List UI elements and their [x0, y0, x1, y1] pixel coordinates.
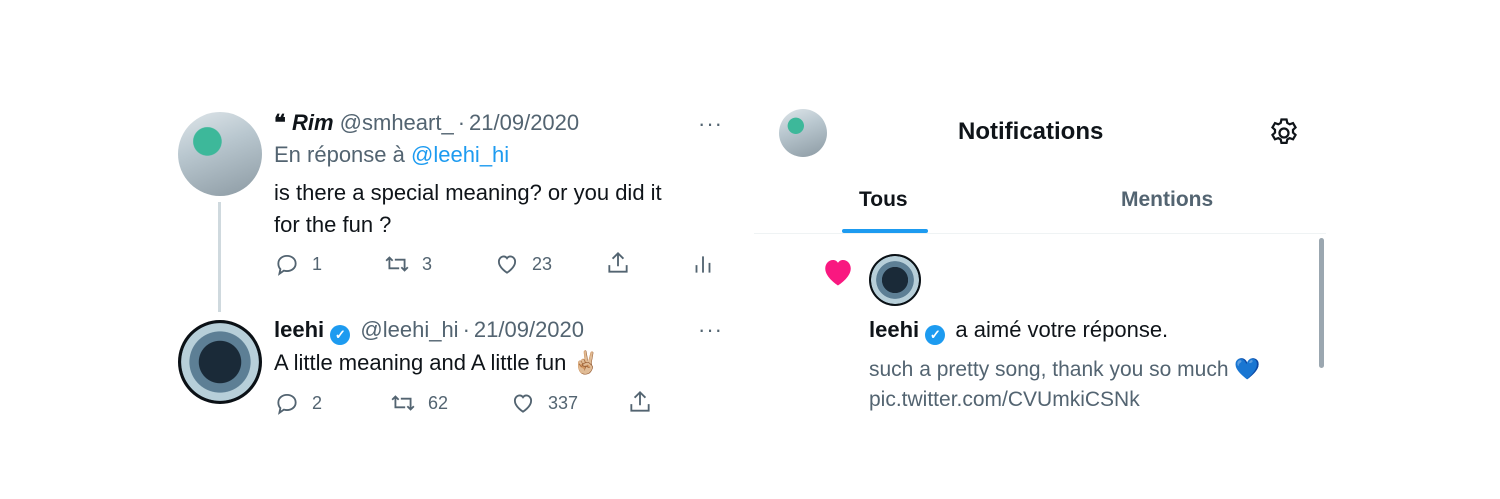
header-separator: · — [457, 110, 466, 135]
notification-headline: leehi ✓ a aimé votre réponse. — [869, 316, 1168, 345]
heart-filled-icon — [825, 260, 851, 286]
reply-text-line-1: is there a special meaning? or you did i… — [274, 180, 662, 205]
notification-user-name[interactable]: leehi — [869, 317, 919, 342]
response-tweet-text: A little meaning and A little fun ✌🏼 — [274, 350, 600, 375]
reply-tweet-header: ❝ Rim @smheart_ · 21/09/2020 — [274, 109, 579, 137]
retweet-icon — [391, 395, 415, 411]
reply-action-like[interactable]: 23 — [494, 251, 552, 277]
notification-quoted-link[interactable]: pic.twitter.com/CVUmkiCSNk — [869, 386, 1140, 414]
share-icon — [608, 251, 628, 273]
like-count: 23 — [532, 253, 553, 274]
reply-more-options-button[interactable]: ··· — [698, 111, 723, 137]
reply-icon — [277, 254, 297, 276]
reply-date[interactable]: 21/09/2020 — [469, 110, 579, 135]
retweet-count: 62 — [428, 392, 449, 413]
heart-outline-icon — [513, 394, 533, 413]
avatar-leehi[interactable] — [178, 320, 262, 404]
response-tweet-header: leehi ✓ @leehi_hi · 21/09/2020 — [274, 316, 584, 345]
gear-icon — [1271, 118, 1297, 145]
reply-to-line: En réponse à @leehi_hi — [274, 141, 509, 169]
tabs-divider — [754, 233, 1326, 234]
notification-quoted-text: such a pretty song, thank you so much 💙 — [869, 358, 1261, 381]
page-title: Notifications — [958, 118, 1104, 145]
header-separator: · — [462, 317, 470, 342]
analytics-icon — [695, 256, 711, 273]
reply-to-handle-link[interactable]: @leehi_hi — [411, 142, 509, 167]
response-action-like[interactable]: 337 — [510, 390, 578, 416]
reply-action-retweet[interactable]: 3 — [384, 251, 432, 277]
response-action-retweet[interactable]: 62 — [390, 390, 448, 416]
response-author-handle[interactable]: @leehi_hi — [360, 317, 458, 342]
reply-text-line-2: for the fun ? — [274, 212, 392, 237]
reply-to-label: En réponse à — [274, 142, 405, 167]
response-author-name[interactable]: leehi — [274, 317, 324, 342]
settings-button[interactable] — [1266, 115, 1302, 151]
reply-action-reply[interactable]: 1 — [274, 251, 322, 277]
response-more-options-button[interactable]: ··· — [698, 317, 723, 343]
response-date[interactable]: 21/09/2020 — [474, 317, 584, 342]
scrollbar[interactable] — [1319, 238, 1324, 368]
retweet-count: 3 — [422, 253, 433, 274]
notification-user-avatar[interactable] — [869, 254, 921, 306]
response-action-reply[interactable]: 2 — [274, 390, 322, 416]
reply-author-name[interactable]: Rim — [292, 110, 334, 135]
verified-badge-icon: ✓ — [330, 325, 351, 345]
name-prefix-icon: ❝ — [274, 110, 286, 135]
response-action-share[interactable] — [627, 389, 653, 415]
reply-tweet-text: is there a special meaning? or you did i… — [274, 177, 734, 241]
reply-author-handle[interactable]: @smheart_ — [340, 110, 454, 135]
tab-tous[interactable]: Tous — [859, 188, 908, 212]
profile-avatar[interactable] — [779, 109, 827, 157]
verified-badge-icon: ✓ — [925, 325, 946, 345]
reply-action-share[interactable] — [605, 250, 631, 276]
reply-count: 2 — [312, 392, 323, 413]
tab-mentions[interactable]: Mentions — [1121, 188, 1213, 212]
notification-action-text: a aimé votre réponse. — [955, 317, 1169, 342]
thread-connector-line — [218, 202, 221, 312]
reply-count: 1 — [312, 253, 323, 274]
share-icon — [630, 390, 650, 412]
reply-icon — [277, 393, 297, 415]
avatar-rim[interactable] — [178, 112, 262, 196]
reply-action-analytics[interactable] — [690, 251, 716, 277]
heart-outline-icon — [497, 255, 517, 274]
like-count: 337 — [548, 392, 579, 413]
retweet-icon — [385, 256, 409, 272]
